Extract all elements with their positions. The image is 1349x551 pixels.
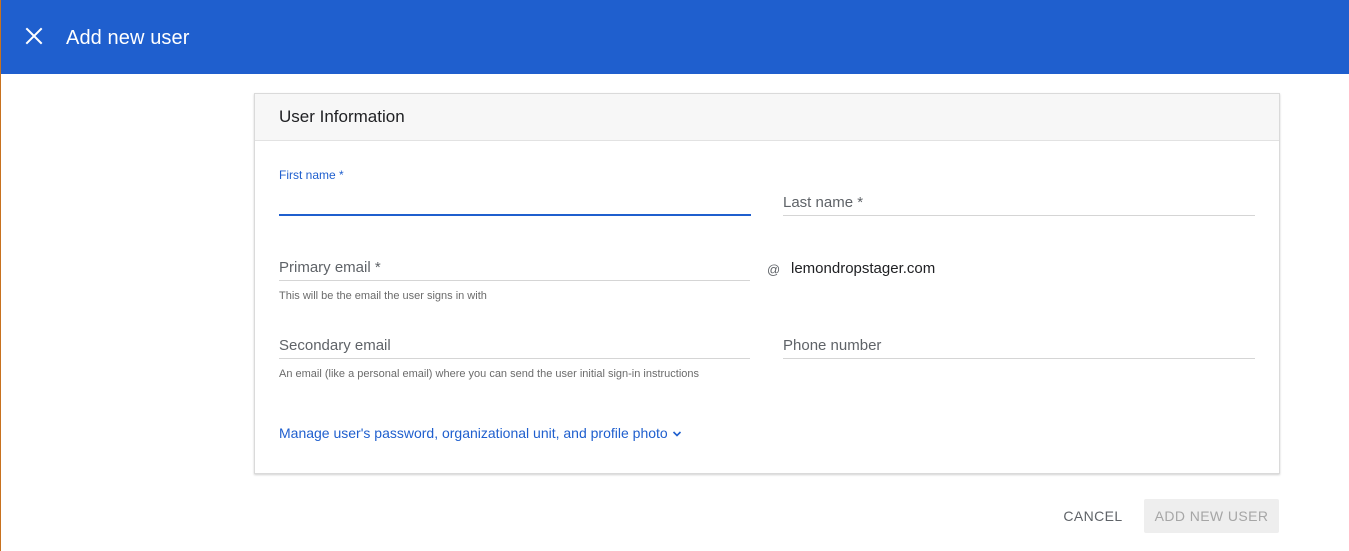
add-new-user-button[interactable]: ADD NEW USER [1144,499,1279,533]
secondary-email-input[interactable] [279,334,750,356]
manage-user-options-label: Manage user's password, organizational u… [279,425,668,441]
phone-number-input[interactable] [783,334,1255,356]
last-name-underline [783,215,1255,216]
card-title: User Information [279,107,405,126]
phone-number-field[interactable]: Phone number [783,322,1255,362]
cancel-button[interactable]: CANCEL [1054,499,1132,533]
user-information-card: User Information First name * Last name … [254,93,1280,474]
close-button[interactable] [17,19,51,53]
card-header: User Information [255,94,1279,141]
secondary-email-underline [279,358,750,359]
last-name-input[interactable] [783,190,1255,212]
manage-user-options-link[interactable]: Manage user's password, organizational u… [279,425,683,441]
primary-email-underline [279,280,750,281]
close-icon [25,27,43,45]
phone-number-underline [783,358,1255,359]
primary-email-input[interactable] [279,256,750,278]
last-name-field[interactable]: Last name * [783,168,1255,218]
secondary-email-field[interactable]: Secondary email [279,322,750,362]
page-title: Add new user [66,27,190,49]
at-sign: @ [767,262,781,277]
first-name-field[interactable]: First name * [279,168,751,218]
chevron-down-icon [672,431,681,437]
email-domain: lemondropstager.com [791,260,936,277]
first-name-input[interactable] [279,190,751,212]
primary-email-field[interactable]: Primary email * [279,244,750,284]
first-name-underline [279,214,751,216]
primary-email-helper: This will be the email the user signs in… [279,290,487,302]
app-header: Add new user [1,0,1349,74]
secondary-email-helper: An email (like a personal email) where y… [279,368,700,380]
first-name-label: First name * [279,168,344,182]
